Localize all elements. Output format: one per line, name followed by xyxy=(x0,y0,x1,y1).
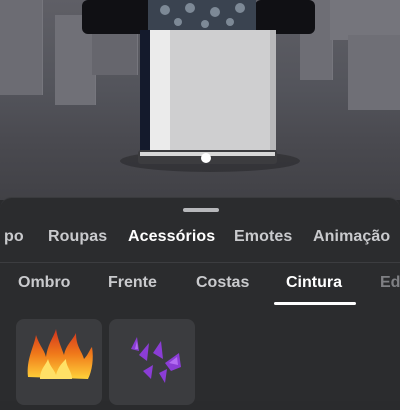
tab-corpo[interactable]: po xyxy=(4,228,24,246)
subcategory-tabs: Ombro Frente Costas Cintura Ed xyxy=(0,274,400,304)
subtab-costas[interactable]: Costas xyxy=(196,274,249,292)
accessory-item-tile[interactable] xyxy=(109,319,195,405)
subtab-edge[interactable]: Ed xyxy=(380,274,400,292)
tab-animacao[interactable]: Animação xyxy=(313,228,390,246)
category-tabs: po Roupas Acessórios Emotes Animação xyxy=(0,228,400,254)
subtab-frente[interactable]: Frente xyxy=(108,274,157,292)
drag-handle[interactable] xyxy=(183,208,219,212)
tab-emotes[interactable]: Emotes xyxy=(234,228,292,246)
accessory-item-tile[interactable] xyxy=(16,319,102,405)
tab-acessorios[interactable]: Acessórios xyxy=(128,228,215,246)
tabs-divider xyxy=(0,262,400,263)
avatar-editor-sheet: po Roupas Acessórios Emotes Animação Omb… xyxy=(0,197,400,405)
purple-crystal-accessory-icon xyxy=(131,337,181,383)
tab-roupas[interactable]: Roupas xyxy=(48,228,107,246)
avatar-scene[interactable] xyxy=(0,0,400,200)
flame-accessory-icon xyxy=(27,329,93,379)
active-subtab-indicator xyxy=(274,302,356,305)
subtab-cintura[interactable]: Cintura xyxy=(286,274,342,292)
avatar-figure xyxy=(82,0,315,164)
subtab-ombro[interactable]: Ombro xyxy=(18,274,70,292)
